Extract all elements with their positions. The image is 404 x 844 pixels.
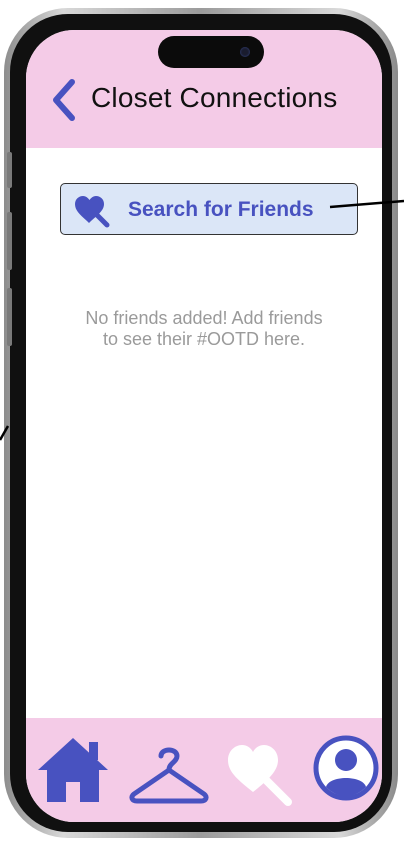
back-button[interactable] [48,78,82,122]
dynamic-island [158,36,264,68]
profile-icon [313,735,379,801]
search-friends-button[interactable]: Search for Friends [60,183,358,235]
chevron-left-icon [53,79,75,121]
camera-icon [240,47,250,57]
home-icon [38,738,108,802]
header-bar: Closet Connections [26,30,382,148]
nav-closet[interactable] [128,742,210,804]
empty-state-message: No friends added! Add friends to see the… [85,308,323,349]
bottom-nav [26,718,382,822]
volume-down-button [7,288,12,346]
mute-switch [7,152,12,188]
nav-friends[interactable] [226,740,296,808]
page-title: Closet Connections [91,82,338,113]
nav-profile[interactable] [313,735,379,801]
search-friends-label: Search for Friends [128,198,314,221]
volume-up-button [7,212,12,270]
heart-magnifier-icon [228,745,292,806]
app-screen: Closet Connections Search for Friends No… [26,30,382,822]
nav-home[interactable] [36,736,110,804]
heart-magnifier-icon [75,196,110,228]
hanger-icon [129,747,209,804]
